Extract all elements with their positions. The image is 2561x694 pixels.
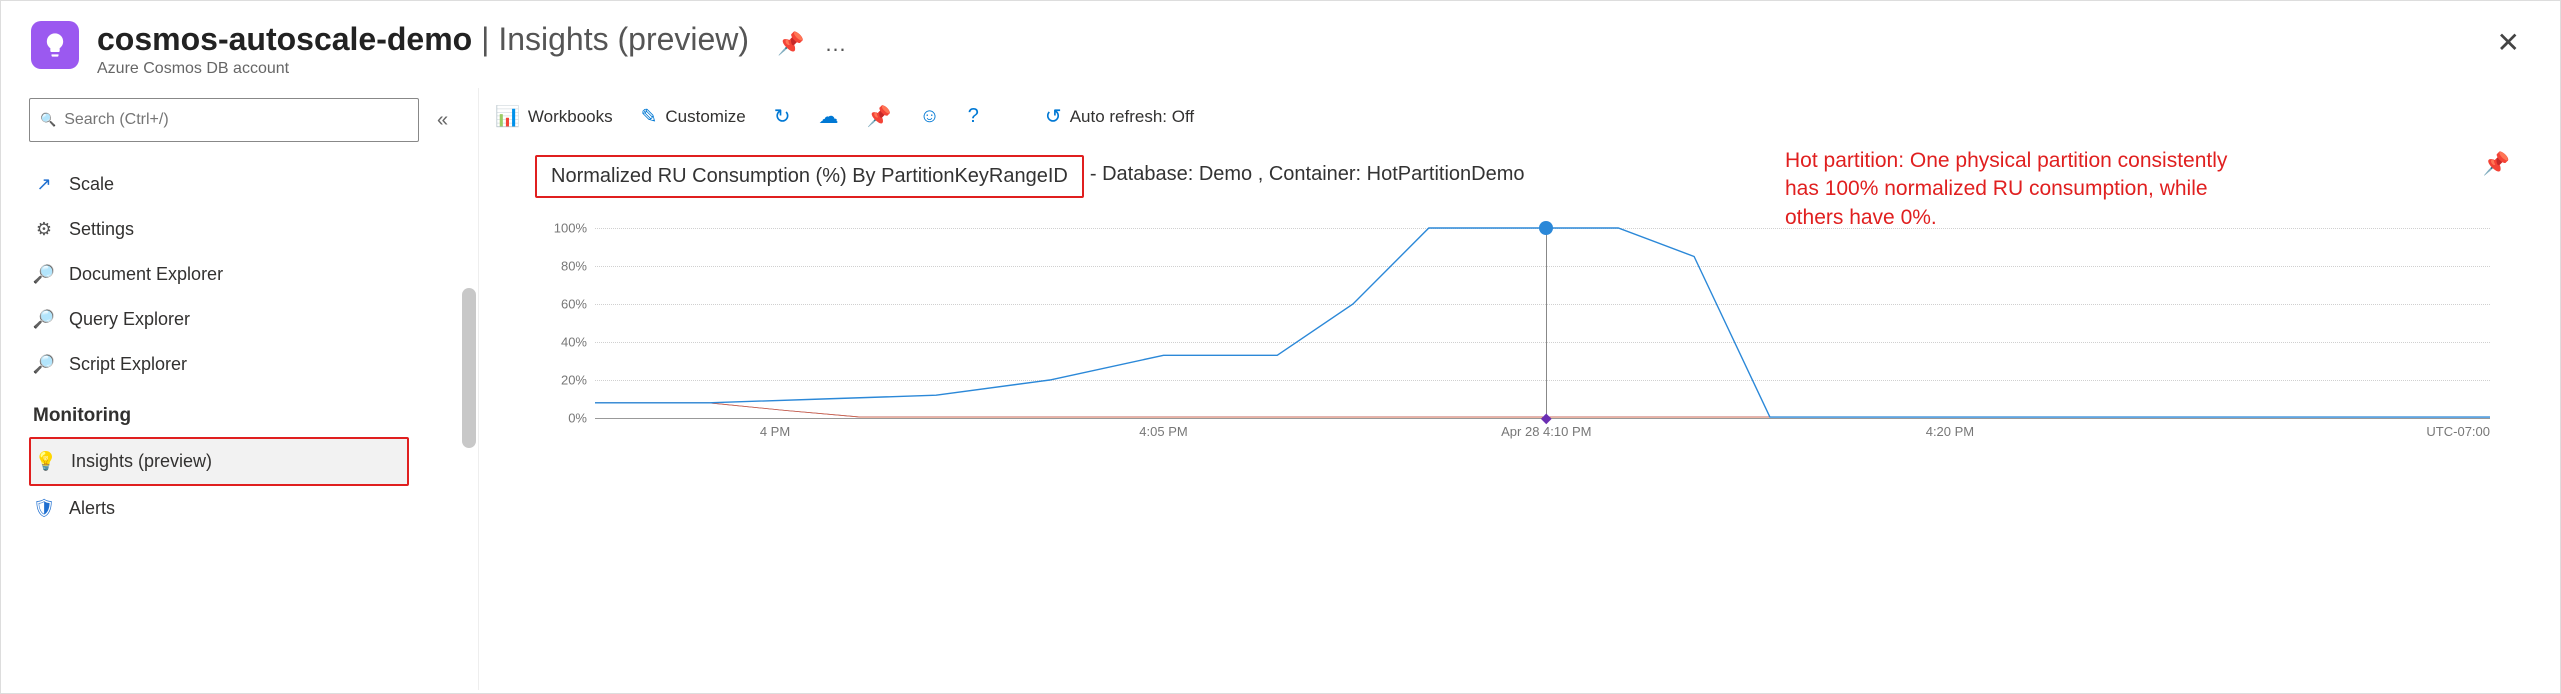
x-tick: 4:20 PM [1926, 424, 1974, 439]
resource-name: cosmos-autoscale-demo [97, 21, 472, 57]
sidebar-item-settings[interactable]: ⚙ Settings [29, 207, 470, 252]
pencil-icon: ✎ [641, 104, 658, 129]
sidebar: 🔍 « ↗ Scale ⚙ Settings 🔎 Document Explor… [1, 88, 479, 690]
query-explorer-icon: 🔎 [33, 309, 55, 330]
x-tick: Apr 28 4:10 PM [1501, 424, 1591, 439]
pin-icon: 📌 [866, 104, 891, 129]
more-icon[interactable]: … [824, 31, 848, 57]
sidebar-item-label: Insights (preview) [71, 451, 212, 472]
document-explorer-icon: 🔎 [33, 264, 55, 285]
chart-title-highlight: Normalized RU Consumption (%) By Partiti… [535, 155, 1084, 198]
collapse-sidebar-button[interactable]: « [431, 103, 454, 138]
refresh-icon: ↻ [774, 104, 791, 129]
nav-section-monitoring: Monitoring [29, 387, 470, 437]
toolbar-label: Workbooks [528, 107, 613, 127]
chart-card: 📌 Normalized RU Consumption (%) By Parti… [495, 155, 2530, 694]
sidebar-item-document-explorer[interactable]: 🔎 Document Explorer [29, 252, 470, 297]
help-button[interactable]: ? [968, 105, 979, 128]
scrollbar-thumb[interactable] [462, 288, 476, 448]
search-input[interactable]: 🔍 [29, 98, 419, 142]
customize-button[interactable]: ✎ Customize [641, 104, 746, 129]
script-explorer-icon: 🔎 [33, 354, 55, 375]
toolbar-label: Auto refresh: Off [1070, 107, 1194, 127]
chart-lines [595, 228, 2490, 418]
x-tick: 4 PM [760, 424, 790, 439]
refresh-button[interactable]: ↻ [774, 104, 791, 129]
pin-chart-button[interactable]: 📌 [2483, 151, 2510, 177]
y-tick: 40% [561, 335, 587, 350]
resource-type: Azure Cosmos DB account [97, 60, 848, 78]
workbooks-button[interactable]: 📊 Workbooks [495, 104, 613, 129]
sidebar-item-label: Alerts [69, 498, 115, 519]
search-icon: 🔍 [40, 112, 56, 128]
chart-plot[interactable]: 100% 80% 60% 40% 20% 0% [535, 228, 2490, 458]
chart-hover-dot [1539, 221, 1553, 235]
smiley-icon: ☺ [919, 105, 939, 128]
history-icon: ↺ [1045, 104, 1062, 129]
y-tick: 60% [561, 297, 587, 312]
sidebar-item-alerts[interactable]: 🛡 Alerts [29, 486, 470, 531]
toolbar-label: Customize [665, 107, 745, 127]
pin-icon[interactable]: 📌 [777, 31, 804, 57]
cloud-icon: ☁ [818, 104, 838, 129]
y-tick: 0% [568, 411, 587, 426]
sidebar-item-label: Script Explorer [69, 354, 187, 375]
sidebar-item-scale[interactable]: ↗ Scale [29, 162, 470, 207]
cloud-button[interactable]: ☁ [818, 104, 838, 129]
feedback-button[interactable]: ☺ [919, 105, 939, 128]
shield-icon: 🛡 [33, 498, 55, 519]
lightbulb-icon: 💡 [35, 451, 57, 472]
search-field[interactable] [64, 111, 408, 129]
sidebar-item-query-explorer[interactable]: 🔎 Query Explorer [29, 297, 470, 342]
y-tick: 80% [561, 259, 587, 274]
resource-icon [31, 21, 79, 69]
annotation-text: Hot partition: One physical partition co… [1785, 147, 2245, 232]
gear-icon: ⚙ [33, 219, 55, 240]
close-button[interactable]: ✕ [2497, 29, 2520, 57]
nav-list: ↗ Scale ⚙ Settings 🔎 Document Explorer 🔎… [29, 162, 478, 690]
help-icon: ? [968, 105, 979, 128]
header: cosmos-autoscale-demo | Insights (previe… [1, 1, 2560, 88]
sidebar-item-insights[interactable]: 💡 Insights (preview) [31, 439, 407, 484]
blade-name: Insights (preview) [498, 21, 749, 57]
sidebar-item-label: Query Explorer [69, 309, 190, 330]
x-tick: 4:05 PM [1139, 424, 1187, 439]
sidebar-item-label: Settings [69, 219, 134, 240]
sidebar-item-label: Document Explorer [69, 264, 223, 285]
y-tick: 20% [561, 373, 587, 388]
page-title: cosmos-autoscale-demo | Insights (previe… [97, 21, 749, 58]
sidebar-item-script-explorer[interactable]: 🔎 Script Explorer [29, 342, 470, 387]
sidebar-item-label: Scale [69, 174, 114, 195]
autorefresh-button[interactable]: ↺ Auto refresh: Off [1045, 104, 1194, 129]
y-tick: 100% [554, 221, 587, 236]
pin-button[interactable]: 📌 [866, 104, 891, 129]
chart-hover-line [1546, 228, 1547, 418]
chart-title-context: - Database: Demo , Container: HotPartiti… [1090, 155, 1525, 194]
workbooks-icon: 📊 [495, 104, 520, 129]
x-tick-tz: UTC-07:00 [2426, 424, 2490, 439]
external-link-icon: ↗ [33, 174, 55, 195]
main-content: 📊 Workbooks ✎ Customize ↻ ☁ 📌 ☺ ? ↺ Auto… [479, 88, 2560, 690]
